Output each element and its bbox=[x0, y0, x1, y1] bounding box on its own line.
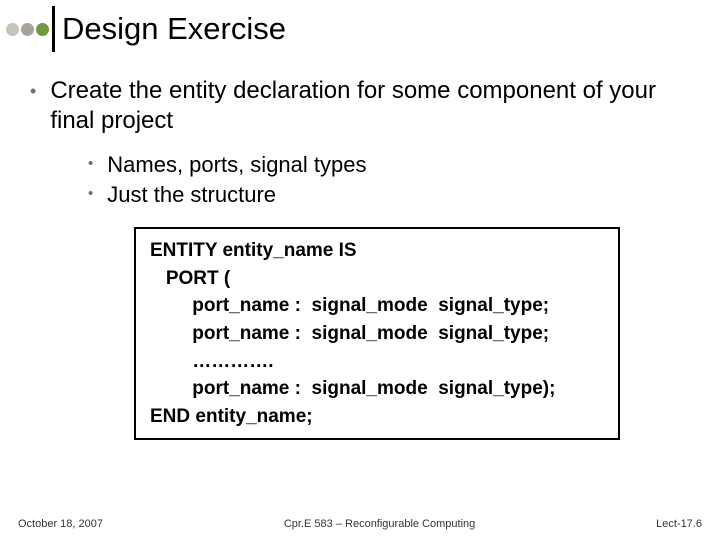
bullet-icon: • bbox=[88, 180, 93, 208]
bullet-level2: • Just the structure bbox=[88, 180, 660, 210]
sublist: • Names, ports, signal types • Just the … bbox=[88, 150, 660, 209]
bullet-text: Create the entity declaration for some c… bbox=[50, 76, 660, 136]
footer-page: Lect-17.6 bbox=[656, 518, 702, 530]
bullet-icon: • bbox=[30, 76, 36, 106]
title-dots bbox=[6, 23, 49, 36]
slide: Design Exercise • Create the entity decl… bbox=[0, 0, 720, 540]
slide-body: • Create the entity declaration for some… bbox=[0, 52, 720, 440]
title-divider bbox=[52, 6, 55, 52]
footer-course: Cpr.E 583 – Reconfigurable Computing bbox=[284, 518, 475, 530]
bullet-icon: • bbox=[88, 150, 93, 178]
title-row: Design Exercise bbox=[0, 0, 720, 52]
dot-icon bbox=[36, 23, 49, 36]
bullet-text: Names, ports, signal types bbox=[107, 150, 366, 180]
bullet-text: Just the structure bbox=[107, 180, 276, 210]
bullet-level2: • Names, ports, signal types bbox=[88, 150, 660, 180]
dot-icon bbox=[6, 23, 19, 36]
footer-date: October 18, 2007 bbox=[18, 518, 103, 530]
bullet-level1: • Create the entity declaration for some… bbox=[30, 76, 660, 136]
code-block: ENTITY entity_name IS PORT ( port_name :… bbox=[134, 227, 620, 440]
slide-footer: October 18, 2007 Cpr.E 583 – Reconfigura… bbox=[0, 518, 720, 530]
page-title: Design Exercise bbox=[62, 11, 286, 47]
dot-icon bbox=[21, 23, 34, 36]
